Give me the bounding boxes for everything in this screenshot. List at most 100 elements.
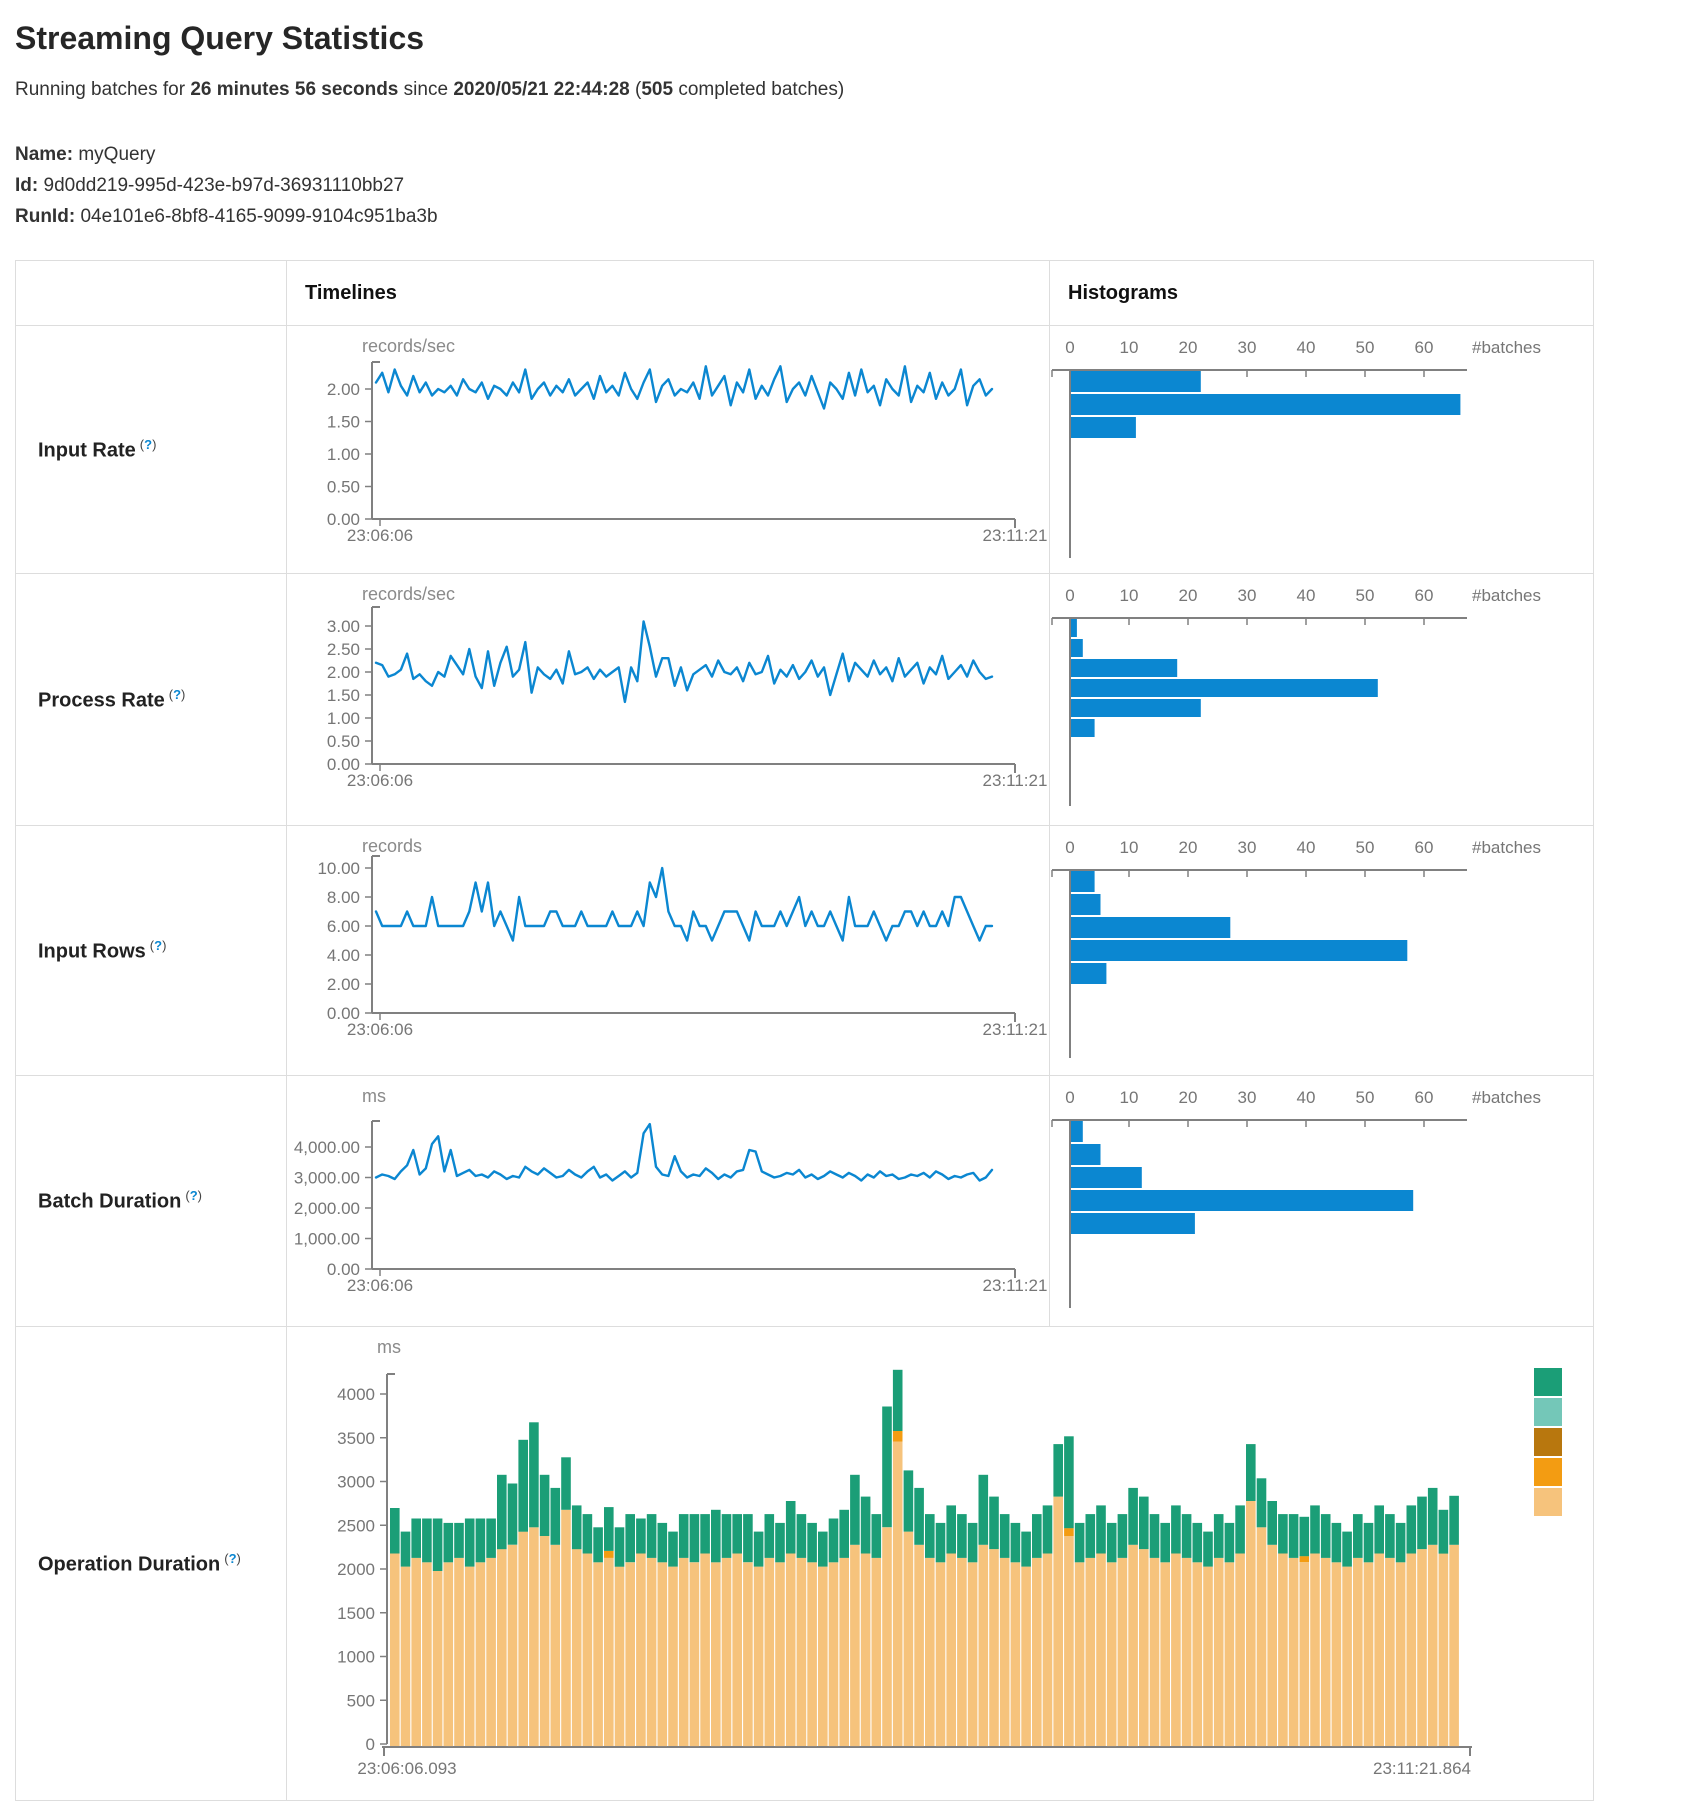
legend-swatch-2: [1534, 1398, 1562, 1426]
row-label-process-rate: Process Rate(?): [16, 573, 286, 825]
help-tooltip-input-rows[interactable]: (?): [150, 938, 167, 953]
input-rows-label: Input Rows(?): [38, 938, 166, 964]
svg-text:#batches: #batches: [1472, 338, 1541, 357]
query-runid-line: RunId: 04e101e6-8bf8-4165-9099-9104c951b…: [15, 201, 1678, 232]
svg-text:1000: 1000: [337, 1648, 375, 1667]
help-tooltip-operation-duration[interactable]: (?): [224, 1551, 241, 1566]
svg-text:2.50: 2.50: [327, 640, 360, 659]
since-label: since: [398, 79, 453, 100]
svg-text:records/sec: records/sec: [362, 336, 455, 356]
svg-text:50: 50: [1356, 1088, 1375, 1107]
svg-text:23:06:06: 23:06:06: [347, 1020, 413, 1039]
svg-text:0: 0: [366, 1735, 375, 1754]
input-rows-histogram-cell: 0102030405060#batches: [1049, 825, 1593, 1075]
row-label-operation-duration: Operation Duration(?): [16, 1326, 286, 1800]
help-tooltip-batch-duration[interactable]: (?): [185, 1188, 202, 1203]
header-empty-cell: [16, 261, 286, 325]
batch-duration-timeline-chart: ms0.001,000.002,000.003,000.004,000.0023…: [287, 1076, 1049, 1326]
legend-swatch-3: [1534, 1428, 1562, 1456]
svg-text:30: 30: [1238, 838, 1257, 857]
input-rate-timeline-cell: records/sec0.000.501.001.502.0023:06:062…: [286, 325, 1049, 573]
batch-duration-timeline-cell: ms0.001,000.002,000.003,000.004,000.0023…: [286, 1075, 1049, 1326]
since-time: 2020/05/21 22:44:28: [453, 79, 629, 100]
process-rate-histogram-cell: 0102030405060#batches: [1049, 573, 1593, 825]
svg-text:6.00: 6.00: [327, 917, 360, 936]
id-value: 9d0dd219-995d-423e-b97d-36931110bb27: [44, 175, 405, 196]
svg-text:1.00: 1.00: [327, 445, 360, 464]
svg-text:#batches: #batches: [1472, 1088, 1541, 1107]
svg-text:60: 60: [1415, 838, 1434, 857]
svg-text:20: 20: [1179, 1088, 1198, 1107]
svg-text:30: 30: [1238, 338, 1257, 357]
svg-text:40: 40: [1297, 338, 1316, 357]
batch-duration-histogram-cell: 0102030405060#batches: [1049, 1075, 1593, 1326]
streaming-query-statistics-page: Streaming Query Statistics Running batch…: [0, 0, 1693, 1801]
query-name-line: Name: myQuery: [15, 139, 1678, 170]
svg-text:60: 60: [1415, 338, 1434, 357]
svg-text:2.00: 2.00: [327, 975, 360, 994]
svg-text:records/sec: records/sec: [362, 584, 455, 604]
histograms-header: Histograms: [1049, 261, 1593, 325]
svg-text:50: 50: [1356, 338, 1375, 357]
svg-text:0: 0: [1065, 838, 1074, 857]
svg-text:50: 50: [1356, 586, 1375, 605]
svg-text:ms: ms: [362, 1086, 386, 1106]
svg-text:10: 10: [1120, 586, 1139, 605]
process-rate-histogram-chart: 0102030405060#batches: [1050, 574, 1593, 825]
operation-duration-legend: [1534, 1368, 1562, 1518]
svg-text:records: records: [362, 836, 422, 856]
svg-text:2000: 2000: [337, 1560, 375, 1579]
question-mark-icon: ?: [190, 1188, 198, 1203]
id-label: Id:: [15, 175, 38, 196]
svg-text:23:11:21: 23:11:21: [983, 1020, 1048, 1039]
legend-swatch-4: [1534, 1458, 1562, 1486]
query-id-line: Id: 9d0dd219-995d-423e-b97d-36931110bb27: [15, 170, 1678, 201]
input-rate-histogram-chart: 0102030405060#batches: [1050, 326, 1593, 573]
completed-suffix: completed batches): [673, 79, 844, 100]
svg-text:60: 60: [1415, 1088, 1434, 1107]
batch-duration-histogram-chart: 0102030405060#batches: [1050, 1076, 1593, 1326]
row-label-input-rate: Input Rate(?): [16, 325, 286, 573]
paren-open: (: [630, 79, 642, 100]
svg-text:23:11:21: 23:11:21: [983, 771, 1048, 790]
svg-text:0.50: 0.50: [327, 478, 360, 497]
svg-text:8.00: 8.00: [327, 888, 360, 907]
svg-text:23:11:21: 23:11:21: [983, 526, 1048, 545]
svg-text:0.50: 0.50: [327, 732, 360, 751]
help-tooltip-input-rate[interactable]: (?): [140, 437, 157, 452]
row-label-batch-duration: Batch Duration(?): [16, 1075, 286, 1326]
running-duration: 26 minutes 56 seconds: [190, 79, 398, 100]
svg-text:10: 10: [1120, 838, 1139, 857]
svg-text:30: 30: [1238, 586, 1257, 605]
svg-text:50: 50: [1356, 838, 1375, 857]
running-prefix: Running batches for: [15, 79, 190, 100]
svg-text:10.00: 10.00: [317, 859, 360, 878]
svg-text:3500: 3500: [337, 1429, 375, 1448]
running-batches-summary: Running batches for 26 minutes 56 second…: [15, 79, 1678, 101]
svg-text:1500: 1500: [337, 1604, 375, 1623]
question-mark-icon: ?: [173, 687, 181, 702]
svg-text:ms: ms: [377, 1337, 401, 1357]
svg-text:1.00: 1.00: [327, 709, 360, 728]
input-rows-timeline-chart: records0.002.004.006.008.0010.0023:06:06…: [287, 826, 1049, 1075]
svg-text:500: 500: [347, 1691, 375, 1710]
input-rate-histogram-cell: 0102030405060#batches: [1049, 325, 1593, 573]
svg-text:#batches: #batches: [1472, 586, 1541, 605]
name-value: myQuery: [78, 144, 155, 165]
timelines-header: Timelines: [286, 261, 1049, 325]
svg-text:4000: 4000: [337, 1385, 375, 1404]
svg-text:2500: 2500: [337, 1516, 375, 1535]
svg-text:60: 60: [1415, 586, 1434, 605]
question-mark-icon: ?: [144, 437, 152, 452]
svg-text:30: 30: [1238, 1088, 1257, 1107]
svg-text:2.00: 2.00: [327, 663, 360, 682]
batch-duration-label: Batch Duration(?): [38, 1188, 202, 1214]
help-tooltip-process-rate[interactable]: (?): [169, 687, 186, 702]
runid-label: RunId:: [15, 206, 75, 227]
svg-text:23:11:21: 23:11:21: [983, 1276, 1048, 1295]
svg-text:2.00: 2.00: [327, 380, 360, 399]
svg-text:23:11:21.864: 23:11:21.864: [1373, 1759, 1471, 1778]
process-rate-timeline-cell: records/sec0.000.501.001.502.002.503.002…: [286, 573, 1049, 825]
input-rows-histogram-chart: 0102030405060#batches: [1050, 826, 1593, 1075]
svg-text:#batches: #batches: [1472, 838, 1541, 857]
